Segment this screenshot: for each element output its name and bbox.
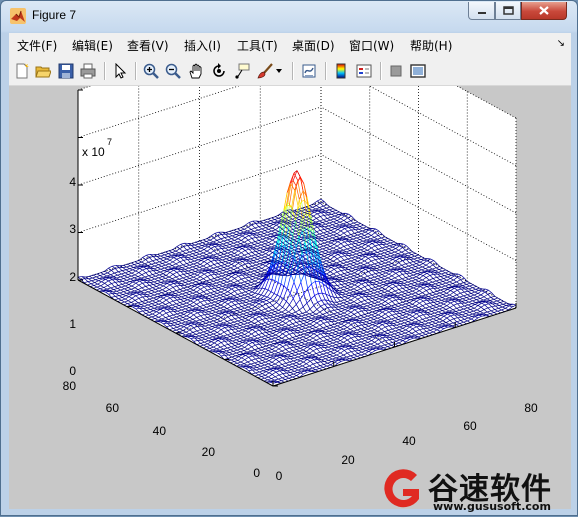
edit-plot-arrow-icon[interactable]	[110, 61, 130, 81]
zoom-out-icon[interactable]	[163, 61, 183, 81]
figure-toolbar	[9, 57, 571, 86]
surface-plot[interactable]: 4 3 2 1 0 x 10 7 80 60 40 20 0 0 20 40 6…	[9, 86, 571, 509]
figure-canvas[interactable]: 4 3 2 1 0 x 10 7 80 60 40 20 0 0 20 40 6…	[9, 86, 571, 509]
brush-dropdown-icon[interactable]	[274, 61, 284, 81]
menu-help[interactable]: 帮助(H)	[410, 37, 452, 54]
legend-icon[interactable]	[354, 61, 374, 81]
close-button[interactable]	[521, 2, 567, 20]
save-icon[interactable]	[56, 61, 76, 81]
mesh-line	[191, 311, 194, 312]
title-bar[interactable]: Figure 7	[1, 1, 577, 31]
menu-window[interactable]: 窗口(W)	[349, 37, 394, 54]
new-figure-icon[interactable]	[12, 61, 32, 81]
show-plot-tools-icon[interactable]	[408, 61, 428, 81]
menu-bar: 文件(F) 编辑(E) 查看(V) 插入(I) 工具(T) 桌面(D) 窗口(W…	[9, 33, 571, 57]
close-icon	[538, 5, 550, 16]
mesh-line	[423, 314, 427, 315]
colorbar-icon[interactable]	[331, 61, 351, 81]
matlab-logo-icon	[10, 8, 26, 24]
dock-figure-icon[interactable]: ↘	[557, 38, 565, 49]
toolbar-separator	[325, 62, 327, 80]
menu-edit[interactable]: 编辑(E)	[72, 37, 113, 54]
menu-view[interactable]: 查看(V)	[127, 37, 169, 54]
pan-hand-icon[interactable]	[186, 61, 206, 81]
data-cursor-icon[interactable]	[232, 61, 252, 81]
window-title: Figure 7	[32, 8, 76, 22]
toolbar-separator	[292, 62, 294, 80]
menu-desktop[interactable]: 桌面(D)	[292, 37, 335, 54]
menu-tools[interactable]: 工具(T)	[237, 37, 278, 54]
zoom-in-icon[interactable]	[141, 61, 161, 81]
menu-insert[interactable]: 插入(I)	[184, 37, 221, 54]
rotate-3d-icon[interactable]	[209, 61, 229, 81]
minimize-button[interactable]	[468, 2, 495, 20]
maximize-button[interactable]	[495, 2, 521, 20]
maximize-icon	[503, 6, 514, 15]
link-plot-icon[interactable]	[299, 61, 319, 81]
open-file-icon[interactable]	[33, 61, 53, 81]
minimize-icon	[477, 7, 487, 15]
menu-file[interactable]: 文件(F)	[17, 37, 57, 54]
toolbar-separator	[104, 62, 106, 80]
brush-icon[interactable]	[255, 61, 275, 81]
hide-plot-tools-icon[interactable]	[386, 61, 406, 81]
print-icon[interactable]	[78, 61, 98, 81]
figure-window: Figure 7 文件(F) 编辑(E) 查看(V) 插入(I) 工具(T) 桌…	[0, 0, 578, 516]
toolbar-separator	[380, 62, 382, 80]
toolbar-separator	[135, 62, 137, 80]
